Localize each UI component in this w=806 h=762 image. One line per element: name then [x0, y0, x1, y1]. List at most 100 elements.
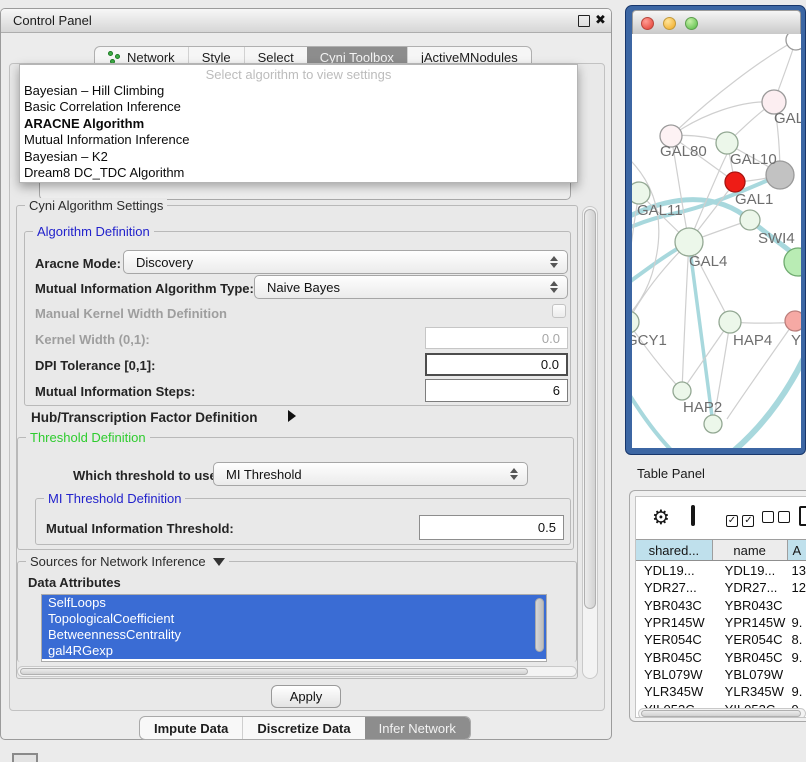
- minimized-palette-icon[interactable]: [12, 753, 38, 762]
- attribute-item[interactable]: BetweennessCentrality: [42, 627, 546, 643]
- spinner-arrows-icon: [550, 280, 558, 294]
- network-node-gal11[interactable]: [632, 182, 650, 204]
- close-traffic-light-icon[interactable]: [641, 17, 654, 30]
- table-cell: YPR145W: [713, 615, 788, 630]
- table-row[interactable]: YPR145WYPR145W9.: [636, 614, 806, 631]
- control-panel-titlebar[interactable]: Control Panel ✖: [1, 9, 611, 33]
- network-canvas[interactable]: GALGAL80GAL10GAL1GAL11SWI4GAL4GCY1HAP4YH…: [632, 34, 801, 448]
- expand-arrow-icon[interactable]: [288, 410, 296, 422]
- zoom-traffic-light-icon[interactable]: [685, 17, 698, 30]
- settings-vertical-scrollbar[interactable]: [582, 206, 598, 679]
- which-threshold-select[interactable]: MI Threshold: [213, 462, 528, 486]
- attribute-item[interactable]: gal4RGexp: [42, 643, 546, 659]
- dropdown-item[interactable]: Bayesian – K2: [20, 149, 577, 165]
- table-row[interactable]: YLR345WYLR345W9.: [636, 683, 806, 700]
- table-cell: 9.: [788, 650, 806, 665]
- which-threshold-value: MI Threshold: [226, 467, 302, 482]
- desktop: Control Panel ✖ NetworkStyleSelectCyni T…: [0, 0, 806, 762]
- columns-icon[interactable]: [691, 505, 695, 526]
- mi-threshold-input[interactable]: 0.5: [419, 515, 564, 540]
- table-row[interactable]: YBL079WYBL079W: [636, 666, 806, 683]
- column-header[interactable]: name: [713, 540, 788, 560]
- table-hscroll-thumb[interactable]: [641, 710, 801, 717]
- aracne-mode-select[interactable]: Discovery: [123, 250, 568, 274]
- dropdown-item[interactable]: ARACNE Algorithm: [20, 116, 577, 132]
- node-label: GAL80: [660, 143, 707, 160]
- tab-discretize-data[interactable]: Discretize Data: [242, 717, 364, 739]
- network-node[interactable]: [784, 248, 801, 276]
- network-node[interactable]: [786, 34, 801, 50]
- network-node-hap2[interactable]: [673, 382, 691, 400]
- dropdown-item[interactable]: Bayesian – Hill Climbing: [20, 83, 577, 99]
- settings-horizontal-scrollbar[interactable]: [17, 666, 577, 677]
- network-node-hap4[interactable]: [719, 311, 741, 333]
- deselect-all-checks-icon[interactable]: [762, 510, 790, 528]
- dpi-tolerance-label: DPI Tolerance [0,1]:: [35, 358, 155, 373]
- column-header[interactable]: shared...: [636, 540, 713, 560]
- vscroll-thumb[interactable]: [584, 209, 596, 609]
- network-node-swi4[interactable]: [740, 210, 760, 230]
- node-label: HAP2: [683, 399, 722, 416]
- table-row[interactable]: YDL19...YDL19...13: [636, 562, 806, 579]
- node-label: GAL11: [637, 202, 683, 219]
- collapse-arrow-icon[interactable]: [213, 558, 225, 566]
- aracne-mode-label: Aracne Mode:: [35, 256, 121, 271]
- hub-definition-label[interactable]: Hub/Transcription Factor Definition: [31, 410, 258, 425]
- cyni-bottom-tabbar: Impute DataDiscretize DataInfer Network: [139, 716, 471, 740]
- attribute-item[interactable]: SelfLoops: [42, 595, 546, 611]
- node-label: Y: [791, 332, 801, 349]
- tab-infer-network[interactable]: Infer Network: [365, 717, 470, 739]
- node-label: GAL1: [735, 191, 773, 208]
- network-graph[interactable]: GALGAL80GAL10GAL1GAL11SWI4GAL4GCY1HAP4YH…: [632, 34, 801, 448]
- mi-steps-input[interactable]: 6: [425, 379, 568, 402]
- dropdown-item[interactable]: Mutual Information Inference: [20, 132, 577, 148]
- select-all-checks-icon[interactable]: ✓ ✓: [726, 510, 754, 528]
- data-attributes-list[interactable]: SelfLoopsTopologicalCoefficientBetweenne…: [41, 594, 547, 662]
- attributes-vertical-scrollbar[interactable]: [535, 598, 544, 652]
- table-row[interactable]: YDR27...YDR27...12: [636, 579, 806, 596]
- attribute-item[interactable]: TopologicalCoefficient: [42, 611, 546, 627]
- kernel-width-input[interactable]: 0.0: [425, 327, 568, 349]
- network-window-titlebar[interactable]: [632, 10, 801, 34]
- gear-icon[interactable]: ⚙: [652, 505, 670, 530]
- mi-type-value: Naive Bayes: [267, 280, 340, 295]
- table-row[interactable]: YER054CYER054C8.: [636, 631, 806, 648]
- table-body: YDL19...YDL19...13YDR27...YDR27...12YBR0…: [636, 562, 806, 718]
- kernel-width-value: 0.0: [542, 331, 560, 346]
- dropdown-item[interactable]: Dream8 DC_TDC Algorithm: [20, 165, 577, 181]
- manual-kernel-checkbox[interactable]: [552, 304, 566, 318]
- minimize-traffic-light-icon[interactable]: [663, 17, 676, 30]
- network-node[interactable]: [704, 415, 722, 433]
- network-node-gcy1[interactable]: [632, 311, 639, 333]
- cyni-settings-title: Cyni Algorithm Settings: [25, 198, 167, 213]
- tab-impute-data[interactable]: Impute Data: [140, 717, 242, 739]
- table-horizontal-scrollbar[interactable]: [638, 708, 806, 718]
- column-header[interactable]: A: [788, 540, 806, 560]
- node-label: GAL4: [689, 253, 727, 270]
- apply-button[interactable]: Apply: [271, 685, 341, 708]
- network-node-gal4[interactable]: [675, 228, 703, 256]
- table-header-row: shared...nameA: [636, 539, 806, 561]
- maximize-icon[interactable]: [578, 15, 590, 27]
- hscroll-thumb[interactable]: [20, 668, 528, 675]
- network-node-gal1[interactable]: [725, 172, 745, 192]
- close-icon[interactable]: ✖: [595, 12, 606, 28]
- mi-threshold-definition-title: MI Threshold Definition: [44, 491, 185, 506]
- table-row[interactable]: YBR043CYBR043C: [636, 597, 806, 614]
- new-table-icon[interactable]: [799, 506, 806, 526]
- network-node-y[interactable]: [785, 311, 801, 331]
- data-attributes-label: Data Attributes: [28, 575, 121, 590]
- table-panel-title: Table Panel: [637, 466, 705, 481]
- table-cell: YDR27...: [636, 580, 713, 595]
- mi-type-select[interactable]: Naive Bayes: [254, 275, 568, 299]
- table-cell: 9.: [788, 615, 806, 630]
- sources-title[interactable]: Sources for Network Inference: [26, 554, 229, 569]
- table-row[interactable]: YBR045CYBR045C9.: [636, 648, 806, 665]
- dpi-tolerance-input[interactable]: 0.0: [425, 353, 568, 376]
- mi-type-label: Mutual Information Algorithm Type:: [35, 281, 254, 296]
- table-cell: 9.: [788, 684, 806, 699]
- aracne-mode-value: Discovery: [136, 255, 193, 270]
- network-edge: [632, 242, 689, 322]
- table-cell: YDL19...: [636, 563, 713, 578]
- dropdown-item[interactable]: Basic Correlation Inference: [20, 99, 577, 115]
